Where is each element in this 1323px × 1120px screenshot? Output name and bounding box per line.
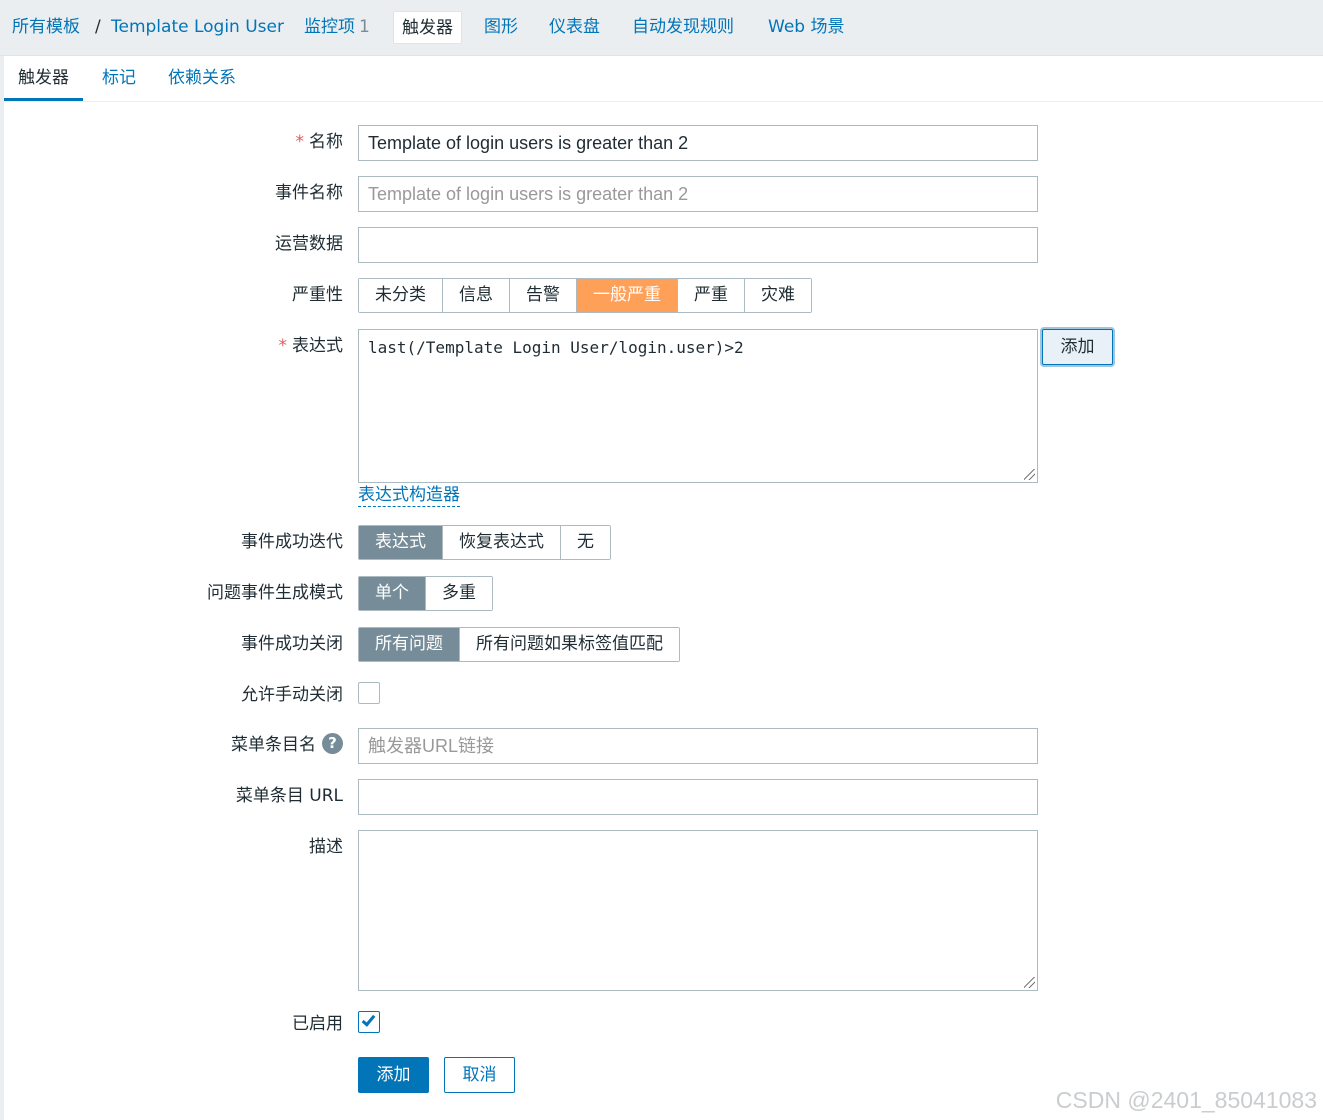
ok-close-tag-match[interactable]: 所有问题如果标签值匹配 xyxy=(460,628,679,661)
url-name-input[interactable]: 触发器URL链接 xyxy=(358,728,1038,764)
nav-triggers[interactable]: 触发器 xyxy=(393,11,462,44)
opdata-input[interactable] xyxy=(358,227,1038,263)
enabled-label: 已启用 xyxy=(292,1014,343,1034)
url-name-label: 菜单条目名? xyxy=(231,728,343,762)
watermark: CSDN @2401_85041083 xyxy=(1055,1087,1317,1113)
description-label: 描述 xyxy=(309,837,343,857)
severity-selector: 未分类 信息 告警 一般严重 严重 灾难 xyxy=(358,278,812,313)
required-marker: * xyxy=(278,336,288,356)
nav-items-count: 1 xyxy=(359,17,370,37)
resize-grip-icon[interactable] xyxy=(1024,469,1035,480)
expression-add-button[interactable]: 添加 xyxy=(1042,329,1113,365)
help-icon[interactable]: ? xyxy=(322,732,343,754)
form-tabs: 触发器 标记 依赖关系 xyxy=(4,56,1323,102)
manual-close-label: 允许手动关闭 xyxy=(241,685,343,705)
form-panel: 触发器 标记 依赖关系 * 名称 Template of login users … xyxy=(4,56,1323,1120)
event-name-input[interactable]: Template of login users is greater than … xyxy=(358,176,1038,212)
event-name-label: 事件名称 xyxy=(275,183,343,203)
severity-warning[interactable]: 告警 xyxy=(510,279,577,312)
severity-not-classified[interactable]: 未分类 xyxy=(359,279,443,312)
breadcrumb-template[interactable]: Template Login User xyxy=(111,11,284,44)
nav-discovery-rules[interactable]: 自动发现规则 xyxy=(632,11,734,44)
nav-graphs[interactable]: 图形 xyxy=(484,11,518,44)
required-marker: * xyxy=(295,132,305,152)
name-label: * 名称 xyxy=(295,132,344,152)
breadcrumb-separator: / xyxy=(95,17,101,37)
cancel-button[interactable]: 取消 xyxy=(444,1057,515,1093)
ok-close-label: 事件成功关闭 xyxy=(241,634,343,654)
severity-label: 严重性 xyxy=(292,285,343,305)
severity-high[interactable]: 严重 xyxy=(678,279,745,312)
tab-tags[interactable]: 标记 xyxy=(88,64,150,101)
event-mode-selector: 单个 多重 xyxy=(358,576,493,611)
event-mode-multiple[interactable]: 多重 xyxy=(426,577,492,610)
top-navigation: 所有模板 / Template Login User 监控项 1 触发器 图形 仪… xyxy=(0,0,1323,56)
recovery-mode-expression[interactable]: 表达式 xyxy=(359,526,443,559)
checkmark-icon xyxy=(361,1012,376,1027)
resize-grip-icon[interactable] xyxy=(1024,977,1035,988)
name-input[interactable]: Template of login users is greater than … xyxy=(358,125,1038,161)
severity-average[interactable]: 一般严重 xyxy=(577,279,678,312)
recovery-mode-label: 事件成功迭代 xyxy=(241,532,343,552)
description-textarea[interactable] xyxy=(358,830,1038,991)
nav-dashboards[interactable]: 仪表盘 xyxy=(549,11,600,44)
severity-disaster[interactable]: 灾难 xyxy=(745,279,811,312)
url-input[interactable] xyxy=(358,779,1038,815)
recovery-mode-none[interactable]: 无 xyxy=(561,526,610,559)
expression-constructor-link[interactable]: 表达式构造器 xyxy=(358,484,460,507)
enabled-checkbox[interactable] xyxy=(358,1011,380,1033)
tab-dependencies[interactable]: 依赖关系 xyxy=(154,64,250,101)
opdata-label: 运营数据 xyxy=(275,234,343,254)
manual-close-checkbox[interactable] xyxy=(358,682,380,704)
recovery-mode-selector: 表达式 恢复表达式 无 xyxy=(358,525,611,560)
nav-items[interactable]: 监控项 1 xyxy=(304,11,370,44)
breadcrumb-all-templates[interactable]: 所有模板 xyxy=(12,11,80,44)
severity-information[interactable]: 信息 xyxy=(443,279,510,312)
event-mode-single[interactable]: 单个 xyxy=(359,577,426,610)
event-mode-label: 问题事件生成模式 xyxy=(207,583,343,603)
nav-web-scenarios[interactable]: Web 场景 xyxy=(768,11,844,44)
expression-textarea[interactable]: last(/Template Login User/login.user)>2 xyxy=(358,329,1038,483)
tab-trigger[interactable]: 触发器 xyxy=(4,64,83,101)
add-button[interactable]: 添加 xyxy=(358,1057,429,1093)
ok-close-all-problems[interactable]: 所有问题 xyxy=(359,628,460,661)
expression-label: * 表达式 xyxy=(278,336,344,356)
recovery-mode-recovery-expression[interactable]: 恢复表达式 xyxy=(443,526,561,559)
ok-close-selector: 所有问题 所有问题如果标签值匹配 xyxy=(358,627,680,662)
url-label: 菜单条目 URL xyxy=(235,786,343,806)
expression-value: last(/Template Login User/login.user)>2 xyxy=(368,338,744,357)
